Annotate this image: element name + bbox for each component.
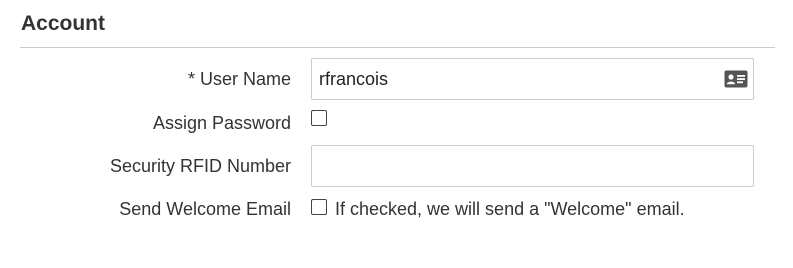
send-welcome-help-text: If checked, we will send a "Welcome" ema… bbox=[335, 198, 685, 219]
security-rfid-field-wrap bbox=[311, 145, 754, 187]
username-value: rfrancois bbox=[319, 68, 389, 89]
username-label: * User Name bbox=[187, 68, 291, 89]
assign-password-row: Assign Password bbox=[0, 110, 793, 136]
send-welcome-field-wrap: If checked, we will send a "Welcome" ema… bbox=[311, 199, 685, 220]
contact-card-icon[interactable] bbox=[724, 70, 748, 88]
username-field-wrap: rfrancois bbox=[311, 58, 754, 100]
section-title: Account bbox=[21, 12, 105, 35]
username-input[interactable]: rfrancois bbox=[311, 58, 754, 100]
security-rfid-label: Security RFID Number bbox=[109, 155, 291, 176]
assign-password-field-wrap bbox=[311, 110, 327, 126]
assign-password-checkbox[interactable] bbox=[311, 110, 327, 126]
section-divider bbox=[20, 47, 775, 48]
send-welcome-row: Send Welcome Email If checked, we will s… bbox=[0, 196, 793, 222]
assign-password-label: Assign Password bbox=[152, 112, 291, 133]
send-welcome-checkbox[interactable] bbox=[311, 199, 327, 215]
send-welcome-label: Send Welcome Email bbox=[119, 198, 291, 219]
security-rfid-row: Security RFID Number bbox=[0, 145, 793, 187]
username-row: * User Name rfrancois bbox=[0, 58, 793, 100]
security-rfid-input[interactable] bbox=[311, 145, 754, 187]
